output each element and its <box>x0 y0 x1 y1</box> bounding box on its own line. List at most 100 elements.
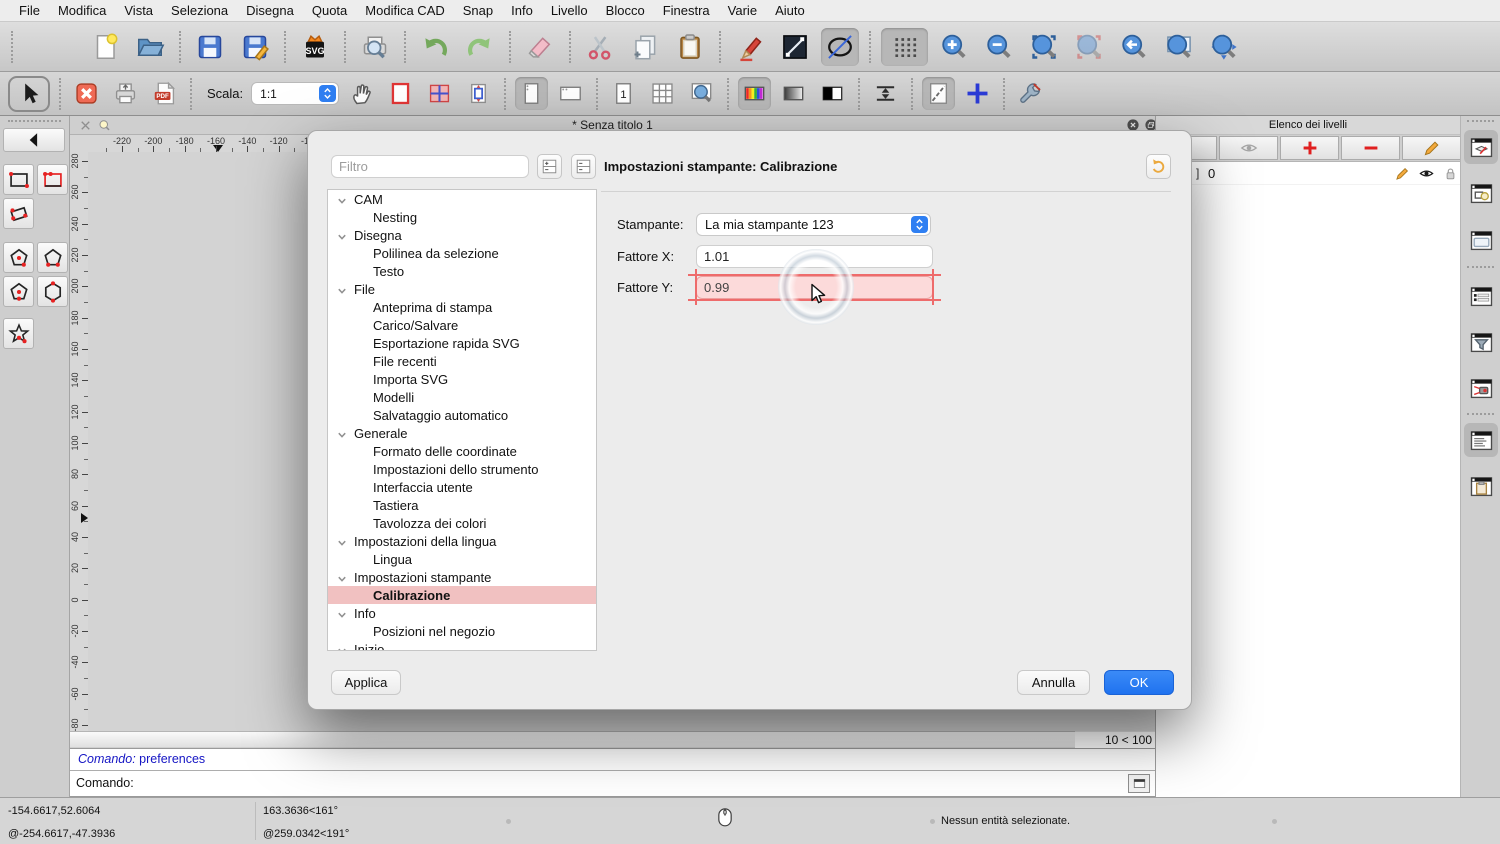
menu-info[interactable]: Info <box>502 3 542 18</box>
layer-remove-button[interactable] <box>1341 136 1400 160</box>
tree-item-inizio[interactable]: Inizio <box>328 640 596 651</box>
undo-button[interactable] <box>416 28 454 66</box>
command-input[interactable]: Comando: <box>70 771 1155 797</box>
zoom-in-button[interactable] <box>935 28 973 66</box>
menu-varie[interactable]: Varie <box>719 3 766 18</box>
panel-clipboard-button[interactable] <box>1464 469 1498 503</box>
toolbar-grip[interactable] <box>8 120 61 122</box>
copy-button[interactable] <box>626 28 664 66</box>
command-window-button[interactable] <box>1128 774 1150 793</box>
layer-row[interactable]: ] 0 <box>1156 162 1460 185</box>
color-full-button[interactable] <box>738 77 771 110</box>
rect-2-corners-button[interactable] <box>3 164 34 195</box>
chevron-down-icon[interactable] <box>337 194 347 204</box>
tree-item-file[interactable]: File <box>328 280 596 298</box>
menu-modifica[interactable]: Modifica <box>49 3 115 18</box>
ok-button[interactable]: OK <box>1104 670 1174 695</box>
svg-export-button[interactable]: SVG <box>296 28 334 66</box>
menu-quota[interactable]: Quota <box>303 3 356 18</box>
ellipse-tool-button[interactable] <box>821 28 859 66</box>
paste-button[interactable] <box>671 28 709 66</box>
layer-edit-button[interactable] <box>1402 136 1461 160</box>
select-arrow-button[interactable] <box>8 76 50 112</box>
menu-snap[interactable]: Snap <box>454 3 502 18</box>
factor-y-input[interactable] <box>696 276 933 299</box>
menu-finestra[interactable]: Finestra <box>654 3 719 18</box>
draw-pencil-button[interactable] <box>731 28 769 66</box>
zoom-window-button[interactable] <box>1160 28 1198 66</box>
tree-expand-all-button[interactable] <box>537 154 562 179</box>
tree-item-nesting[interactable]: Nesting <box>328 208 596 226</box>
print-preview-button[interactable] <box>356 28 394 66</box>
polygon-center-side-button[interactable] <box>3 276 34 307</box>
tree-item-generale[interactable]: Generale <box>328 424 596 442</box>
close-drawing-button[interactable] <box>70 77 103 110</box>
line-tool-button[interactable] <box>776 28 814 66</box>
hexagon-button[interactable] <box>37 276 68 307</box>
tree-item-info[interactable]: Info <box>328 604 596 622</box>
horizontal-scrollbar[interactable] <box>70 731 1075 748</box>
cut-button[interactable] <box>581 28 619 66</box>
tree-item-esportazione-rapida-svg[interactable]: Esportazione rapida SVG <box>328 334 596 352</box>
panel-layers-button[interactable] <box>1464 130 1498 164</box>
grid-toggle-button[interactable] <box>881 28 928 66</box>
panel-command-button[interactable] <box>1464 423 1498 457</box>
zoom-selection-button[interactable] <box>1070 28 1108 66</box>
panel-list-button[interactable] <box>1464 279 1498 313</box>
chevron-down-icon[interactable] <box>337 284 347 294</box>
layer-visibility-button[interactable] <box>1219 136 1278 160</box>
menu-livello[interactable]: Livello <box>542 3 597 18</box>
page-single-button[interactable]: 1 <box>607 77 640 110</box>
layer-edit-pencil-icon[interactable] <box>1394 165 1411 182</box>
pan-button[interactable] <box>345 77 378 110</box>
tree-item-impostazioni-della-lingua[interactable]: Impostazioni della lingua <box>328 532 596 550</box>
page-portrait-button[interactable] <box>515 77 548 110</box>
open-folder-button[interactable] <box>131 28 169 66</box>
new-file-button[interactable] <box>86 28 124 66</box>
polygon-center-button[interactable] <box>3 242 34 273</box>
tree-item-formato-delle-coordinate[interactable]: Formato delle coordinate <box>328 442 596 460</box>
crosshair-button[interactable] <box>961 77 994 110</box>
tree-item-calibrazione[interactable]: Calibrazione <box>328 586 596 604</box>
tree-item-testo[interactable]: Testo <box>328 262 596 280</box>
zoom-fit-button[interactable] <box>1025 28 1063 66</box>
apply-button[interactable]: Applica <box>331 670 401 695</box>
pdf-export-button[interactable]: PDF <box>148 77 181 110</box>
save-as-button[interactable] <box>236 28 274 66</box>
print-button[interactable] <box>109 77 142 110</box>
fit-page-button[interactable] <box>462 77 495 110</box>
tree-item-carico-salvare[interactable]: Carico/Salvare <box>328 316 596 334</box>
filter-input[interactable] <box>331 155 529 178</box>
menu-aiuto[interactable]: Aiuto <box>766 3 814 18</box>
printer-dropdown[interactable]: La mia stampante 123 <box>696 213 931 236</box>
menu-disegna[interactable]: Disegna <box>237 3 303 18</box>
menu-seleziona[interactable]: Seleziona <box>162 3 237 18</box>
eraser-button[interactable] <box>521 28 559 66</box>
tree-item-tastiera[interactable]: Tastiera <box>328 496 596 514</box>
star-button[interactable] <box>3 318 34 349</box>
tree-item-disegna[interactable]: Disegna <box>328 226 596 244</box>
tree-item-tavolozza-dei-colori[interactable]: Tavolozza dei colori <box>328 514 596 532</box>
layer-add-button[interactable] <box>1280 136 1339 160</box>
cancel-button[interactable]: Annulla <box>1017 670 1090 695</box>
menu-file[interactable]: File <box>10 3 49 18</box>
redo-button[interactable] <box>461 28 499 66</box>
paper-grid-button[interactable] <box>423 77 456 110</box>
tree-item-cam[interactable]: CAM <box>328 190 596 208</box>
toolbar-grip[interactable] <box>11 31 13 63</box>
tree-item-lingua[interactable]: Lingua <box>328 550 596 568</box>
chevron-down-icon[interactable] <box>337 428 347 438</box>
reset-defaults-button[interactable] <box>1146 154 1171 179</box>
layer-eye-icon[interactable] <box>1418 165 1435 182</box>
preferences-tools-button[interactable] <box>1014 77 1047 110</box>
scale-combo[interactable]: 1:1 <box>251 82 339 105</box>
polygon-side-button[interactable] <box>37 242 68 273</box>
menu-modifica-cad[interactable]: Modifica CAD <box>356 3 453 18</box>
dock-grip[interactable] <box>1467 120 1494 122</box>
factor-x-input[interactable] <box>696 245 933 268</box>
chevron-down-icon[interactable] <box>337 230 347 240</box>
tree-item-polilinea-da-selezione[interactable]: Polilinea da selezione <box>328 244 596 262</box>
zoom-page-button[interactable] <box>685 77 718 110</box>
tree-collapse-all-button[interactable] <box>571 154 596 179</box>
panel-projection-button[interactable] <box>1464 371 1498 405</box>
